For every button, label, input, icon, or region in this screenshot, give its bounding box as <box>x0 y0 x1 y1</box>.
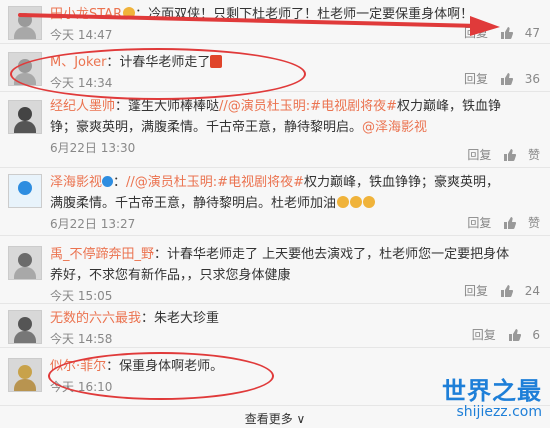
mention-link[interactable]: //@演员杜玉明: <box>126 175 217 190</box>
comment-username[interactable]: 无数的六六最我 <box>50 311 141 326</box>
mention-link[interactable]: //@演员杜玉明: <box>219 99 310 114</box>
comment-time: 今天 16:10 <box>50 380 113 394</box>
comment-text: ：计春华老师走了 <box>106 55 211 70</box>
hashtag-link[interactable]: #电视剧将夜# <box>217 175 304 190</box>
list-item: 无数的六六最我：朱老大珍重 今天 14:58 回复 6 <box>0 304 550 348</box>
like-button[interactable]: 6 <box>508 328 540 342</box>
comment-time: 今天 14:58 <box>50 332 113 346</box>
like-count: 赞 <box>527 216 540 230</box>
thumbs-up-icon <box>504 149 517 161</box>
like-button[interactable]: 36 <box>500 72 540 86</box>
avatar[interactable] <box>8 52 42 86</box>
like-count: 36 <box>524 72 540 86</box>
list-item: 田小龙STAR ：冷面双侠！只剩下杜老师了！杜老师一定要保重身体啊！ 今天 14:… <box>0 0 550 44</box>
comment-time: 6月22日 13:27 <box>50 217 136 231</box>
comment-time: 今天 14:34 <box>50 76 113 90</box>
like-count: 赞 <box>527 148 540 162</box>
comment-time: 今天 14:47 <box>50 28 113 42</box>
comment-actions: 回复 36 <box>456 70 540 87</box>
thumbs-up-icon <box>500 285 513 297</box>
hashtag-link[interactable]: #电视剧将夜# <box>310 99 397 114</box>
thumbs-up-icon <box>504 217 517 229</box>
like-button[interactable]: 赞 <box>503 148 540 162</box>
crown-icon <box>123 7 136 19</box>
reply-button[interactable]: 回复 <box>467 148 491 162</box>
avatar[interactable] <box>8 6 42 40</box>
thumbs-up-icon <box>500 27 513 39</box>
comment-time: 6月22日 13:30 <box>50 141 136 155</box>
comment-actions: 回复 24 <box>456 282 540 299</box>
mention-link[interactable]: @泽海影视 <box>362 120 427 135</box>
like-button[interactable]: 赞 <box>503 216 540 230</box>
avatar[interactable] <box>8 310 42 344</box>
avatar[interactable] <box>8 358 42 392</box>
like-button[interactable]: 24 <box>500 284 540 298</box>
like-count: 6 <box>532 328 540 342</box>
comment-actions: 回复 赞 <box>459 214 540 231</box>
watermark-title: 世界之最 <box>442 377 542 405</box>
avatar[interactable] <box>8 246 42 280</box>
comment-time: 今天 15:05 <box>50 289 113 303</box>
avatar[interactable] <box>8 100 42 134</box>
like-count: 47 <box>524 26 540 40</box>
cheer-icon <box>363 196 376 208</box>
comment-username[interactable]: 田小龙STAR <box>50 7 122 22</box>
comment-username[interactable]: 似尔·菲尔 <box>50 359 106 374</box>
comment-actions: 回复 赞 <box>459 146 540 163</box>
comment-username[interactable]: M、Joker <box>50 55 106 70</box>
reply-button[interactable]: 回复 <box>472 328 496 342</box>
list-item: 经纪人墨帅：蓬生大师棒棒哒//@演员杜玉明:#电视剧将夜#权力巅峰，铁血铮铮；豪… <box>0 92 550 168</box>
comment-text: ：朱老大珍重 <box>141 311 220 326</box>
reply-button[interactable]: 回复 <box>467 216 491 230</box>
thumbs-up-icon <box>500 73 513 85</box>
comment-username[interactable]: 泽海影视 <box>50 175 102 190</box>
comment-actions: 回复 47 <box>456 24 540 41</box>
comment-text: ：冷面双侠！只剩下杜老师了！杜老师一定要保重身体啊！ <box>135 7 474 22</box>
comment-actions: 回复 6 <box>464 326 540 343</box>
list-item: 泽海影视 ：//@演员杜玉明:#电视剧将夜#权力巅峰，铁血铮铮；豪爽英明，满腹柔情… <box>0 168 550 236</box>
reply-button[interactable]: 回复 <box>464 284 488 298</box>
like-button[interactable]: 47 <box>500 26 540 40</box>
cheer-icon <box>350 196 363 208</box>
candle-icon <box>210 55 223 68</box>
thumbs-up-icon <box>508 329 521 341</box>
comment-text: ：保重身体啊老师。 <box>106 359 224 374</box>
list-item: 禹_不停蹄奔田_野：计春华老师走了 上天要他去演戏了，杜老师您一定要把身体养好，… <box>0 236 550 304</box>
comment-text: ： <box>113 175 127 190</box>
reply-button[interactable]: 回复 <box>464 26 488 40</box>
avatar[interactable] <box>8 174 42 208</box>
reply-button[interactable]: 回复 <box>464 72 488 86</box>
verified-icon <box>102 176 114 187</box>
watermark-url: shijiezz.com <box>456 404 543 420</box>
comment-username[interactable]: 经纪人墨帅 <box>50 99 115 114</box>
cheer-icon <box>337 196 350 208</box>
comment-feed: 田小龙STAR ：冷面双侠！只剩下杜老师了！杜老师一定要保重身体啊！ 今天 14:… <box>0 0 550 406</box>
list-item: M、Joker：计春华老师走了 今天 14:34 回复 36 <box>0 44 550 92</box>
comment-username[interactable]: 禹_不停蹄奔田_野 <box>50 247 154 262</box>
comment-text: ：蓬生大师棒棒哒 <box>115 99 220 114</box>
like-count: 24 <box>524 284 540 298</box>
watermark: 世界之最 shijiezz.com <box>442 378 542 420</box>
